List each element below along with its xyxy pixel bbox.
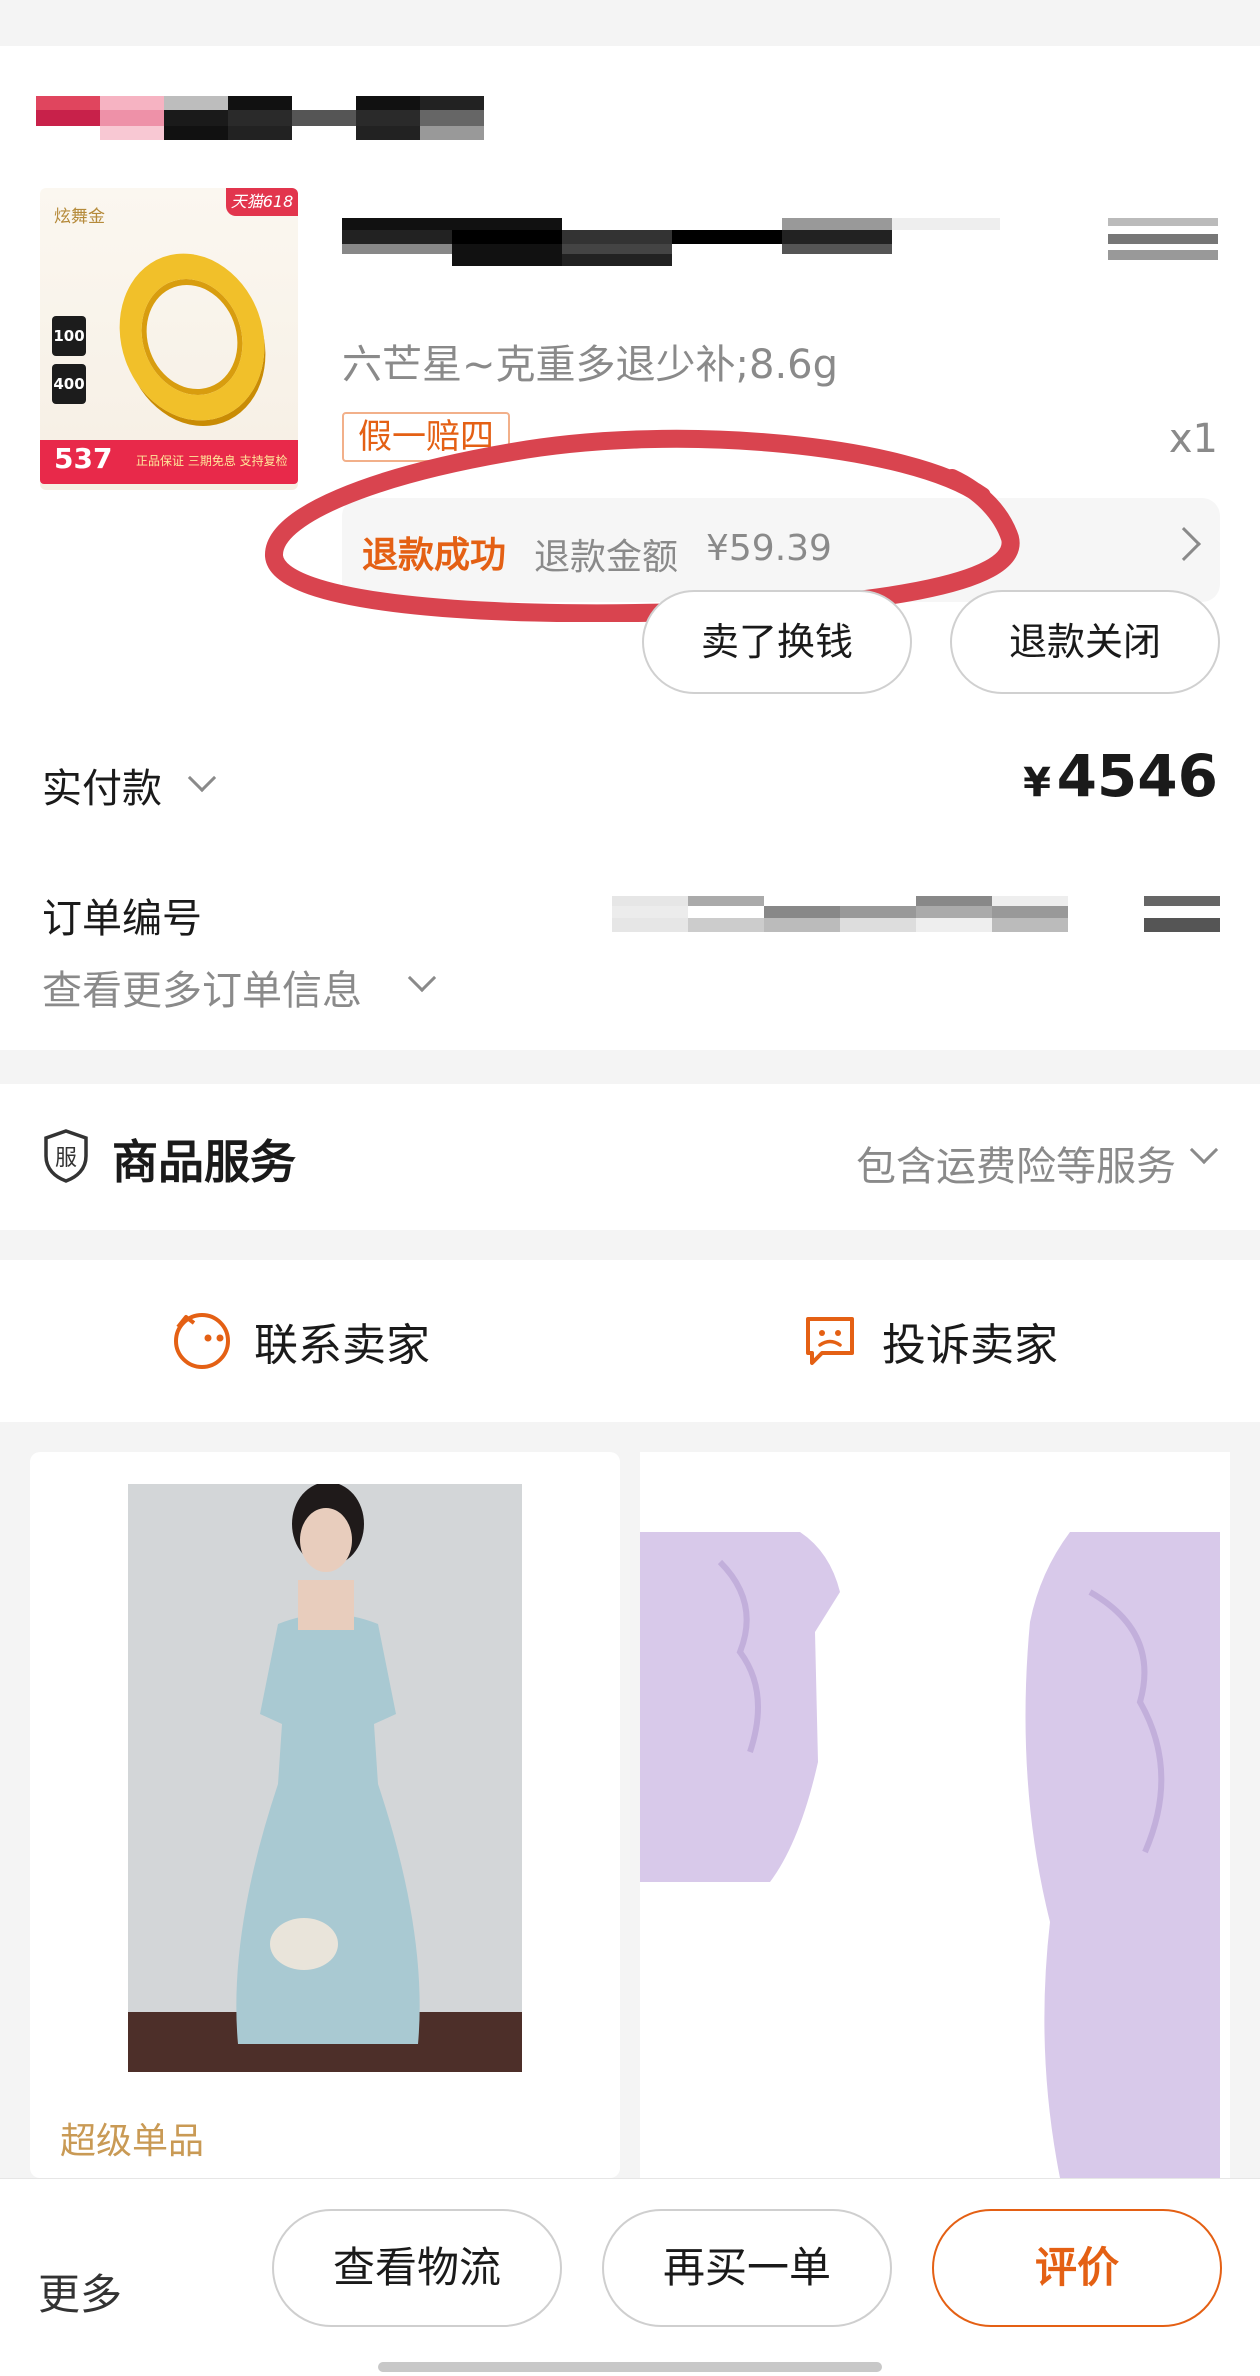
gold-ring-image bbox=[96, 233, 288, 441]
refund-status: 退款成功 bbox=[362, 535, 507, 576]
service-icon-char: 服 bbox=[55, 1146, 77, 1171]
product-spec: 六芒星~克重多退少补;8.6g bbox=[342, 342, 838, 388]
product-title-redacted[interactable] bbox=[342, 218, 1000, 266]
promo-price-bar: 537 正品保证 三期免息 支持复检 bbox=[40, 440, 298, 484]
bottom-action-bar: 更多 查看物流 再买一单 评价 bbox=[0, 2178, 1260, 2376]
paid-amount-label[interactable]: 实付款 bbox=[42, 756, 162, 814]
badge-400: 400 bbox=[52, 364, 86, 404]
contact-seller-button[interactable]: 联系卖家 bbox=[172, 1260, 430, 1422]
contact-seller-label: 联系卖家 bbox=[254, 1320, 430, 1371]
promo-tip: 正品保证 三期免息 支持复检 bbox=[136, 454, 288, 468]
chevron-right-icon bbox=[1167, 527, 1201, 561]
product-thumbnail[interactable]: 炫舞金 天猫618 100 400 537 正品保证 三期免息 支持复检 bbox=[40, 188, 298, 490]
complaint-bubble-icon bbox=[806, 1317, 854, 1365]
shop-name-redacted[interactable] bbox=[36, 96, 492, 140]
promo-618-tag: 天猫618 bbox=[226, 188, 298, 216]
service-title: 商品服务 bbox=[112, 1135, 296, 1189]
buy-again-button[interactable]: 再买一单 bbox=[602, 2209, 892, 2327]
paid-amount: ¥ 4546 bbox=[1023, 742, 1218, 810]
review-button[interactable]: 评价 bbox=[932, 2209, 1222, 2327]
home-indicator[interactable] bbox=[378, 2362, 882, 2372]
super-item-label: 超级单品 bbox=[60, 2121, 205, 2162]
recommendation-card-dress[interactable]: 超级单品 bbox=[30, 1452, 620, 2178]
promo-price: 537 bbox=[54, 442, 113, 475]
refund-amount-label: 退款金额 bbox=[534, 537, 679, 578]
refund-status-row[interactable]: 退款成功 退款金额 ¥59.39 bbox=[342, 498, 1220, 602]
refund-closed-button[interactable]: 退款关闭 bbox=[950, 590, 1220, 694]
order-number-label: 订单编号 bbox=[42, 896, 202, 942]
complain-seller-label: 投诉卖家 bbox=[882, 1320, 1058, 1371]
recommendation-card-skirt[interactable] bbox=[640, 1452, 1230, 2178]
badge-100: 100 bbox=[52, 316, 86, 356]
paid-amount-value: 4546 bbox=[1056, 742, 1218, 810]
chat-face-icon bbox=[174, 1313, 230, 1369]
chevron-down-icon[interactable] bbox=[1189, 1135, 1219, 1165]
more-order-info-link[interactable]: 查看更多订单信息 bbox=[42, 958, 362, 1016]
dress-photo bbox=[128, 1484, 522, 2072]
skirt-photo bbox=[640, 1452, 1230, 2178]
order-number-redacted[interactable] bbox=[612, 896, 1220, 932]
chevron-down-icon[interactable] bbox=[407, 963, 437, 993]
refund-amount-value: ¥59.39 bbox=[706, 528, 832, 569]
service-summary[interactable]: 包含运费险等服务 bbox=[856, 1134, 1176, 1192]
shield-icon: 服 bbox=[44, 1129, 88, 1183]
view-logistics-button[interactable]: 查看物流 bbox=[272, 2209, 562, 2327]
chevron-down-icon[interactable] bbox=[187, 763, 217, 793]
guarantee-tag: 假一赔四 bbox=[342, 412, 510, 462]
more-button[interactable]: 更多 bbox=[38, 2261, 122, 2322]
product-service-card[interactable]: 服 商品服务 包含运费险等服务 bbox=[0, 1084, 1260, 1230]
unit-price-redacted bbox=[1108, 218, 1218, 260]
currency-symbol: ¥ bbox=[1023, 760, 1051, 806]
order-card: 炫舞金 天猫618 100 400 537 正品保证 三期免息 支持复检 六芒星… bbox=[0, 46, 1260, 1050]
complain-seller-button[interactable]: 投诉卖家 bbox=[800, 1260, 1058, 1422]
contact-card: 联系卖家 投诉卖家 bbox=[0, 1260, 1260, 1422]
product-brand-text: 炫舞金 bbox=[54, 207, 105, 227]
product-quantity: x1 bbox=[1168, 416, 1218, 462]
sell-for-cash-button[interactable]: 卖了换钱 bbox=[642, 590, 912, 694]
